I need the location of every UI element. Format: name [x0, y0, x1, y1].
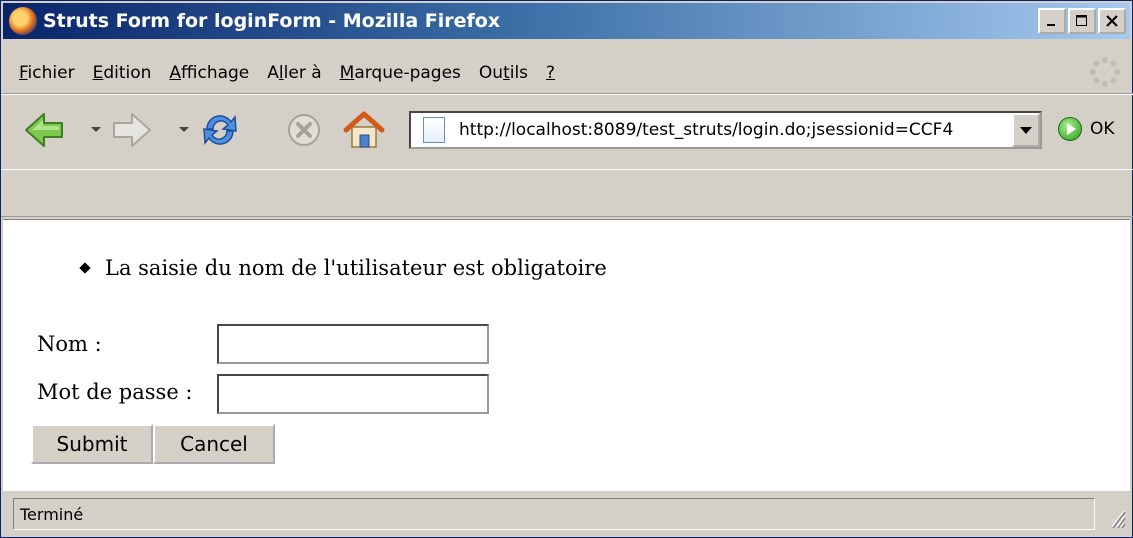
close-button[interactable]	[1098, 8, 1126, 34]
reload-button[interactable]	[197, 107, 243, 153]
menu-marque-pages[interactable]: Marque-pages	[340, 63, 461, 83]
maximize-icon	[1076, 15, 1087, 26]
menu-edition-key: E	[92, 63, 104, 83]
browser-window: Struts Form for loginForm - Mozilla Fire…	[0, 0, 1133, 538]
back-arrow-icon	[25, 113, 63, 147]
menu-outils-post: ils	[509, 63, 529, 83]
title-bar: Struts Form for loginForm - Mozilla Fire…	[3, 3, 1130, 39]
minimize-icon	[1047, 24, 1055, 26]
menu-affichage-key: A	[169, 63, 182, 83]
window-controls	[1038, 8, 1126, 34]
bookmarks-toolbar	[1, 169, 1133, 217]
go-button[interactable]: OK	[1058, 117, 1115, 141]
minimize-button[interactable]	[1038, 8, 1066, 34]
password-input[interactable]	[217, 374, 489, 414]
menu-aller-pre: A	[267, 63, 279, 83]
address-bar[interactable]: http://localhost:8089/test_struts/login.…	[409, 111, 1042, 149]
cancel-button[interactable]: Cancel	[153, 424, 275, 464]
stop-icon	[288, 114, 320, 146]
page-content: La saisie du nom de l'utilisateur est ob…	[3, 219, 1130, 491]
menu-affichage-post: ffichage	[181, 63, 250, 83]
menu-affichage[interactable]: Affichage	[169, 63, 249, 83]
reload-icon	[203, 115, 237, 145]
name-label: Nom :	[37, 332, 102, 356]
menu-fichier-post: ichier	[27, 63, 75, 83]
menu-outils[interactable]: Outils	[479, 63, 528, 83]
menu-marque-pages-key: M	[339, 63, 355, 83]
home-button[interactable]	[341, 107, 387, 153]
maximize-button[interactable]	[1068, 8, 1096, 34]
menu-edition-post: dition	[103, 63, 152, 83]
menu-outils-pre: Ou	[478, 63, 504, 83]
menu-help-key: ?	[546, 63, 556, 83]
page-icon	[423, 117, 445, 143]
throbber-icon	[1090, 57, 1120, 87]
url-history-dropdown[interactable]	[1012, 113, 1040, 147]
go-label: OK	[1090, 119, 1115, 139]
resize-grip-icon[interactable]	[1100, 501, 1126, 529]
menu-marque-pages-post: arque-pages	[354, 63, 461, 83]
home-icon	[343, 111, 385, 148]
go-icon	[1058, 117, 1082, 141]
menu-edition[interactable]: Edition	[93, 63, 152, 83]
forward-button[interactable]	[109, 107, 155, 153]
menu-outils-key: t	[503, 63, 510, 83]
menu-bar: Fichier Edition Affichage Aller à Marque…	[3, 57, 559, 89]
status-bar: Terminé	[3, 495, 1130, 535]
name-input[interactable]	[217, 324, 489, 364]
firefox-icon	[9, 7, 37, 35]
menu-help[interactable]: ?	[546, 63, 555, 83]
window-title: Struts Form for loginForm - Mozilla Fire…	[43, 10, 501, 32]
menu-aller[interactable]: Aller à	[267, 63, 321, 83]
stop-button[interactable]	[281, 107, 327, 153]
menu-aller-post: ler à	[283, 63, 322, 83]
menu-fichier-key: F	[19, 63, 28, 83]
dropdown-arrow-icon	[1020, 126, 1032, 134]
back-dropdown-icon[interactable]	[91, 127, 101, 132]
submit-button[interactable]: Submit	[31, 424, 153, 464]
forward-arrow-icon	[113, 113, 151, 147]
error-list: La saisie du nom de l'utilisateur est ob…	[79, 256, 607, 280]
navigation-toolbar: http://localhost:8089/test_struts/login.…	[1, 97, 1133, 167]
status-text: Terminé	[13, 498, 1095, 530]
forward-dropdown-icon[interactable]	[179, 127, 189, 132]
error-message: La saisie du nom de l'utilisateur est ob…	[105, 256, 607, 280]
url-input[interactable]: http://localhost:8089/test_struts/login.…	[459, 120, 999, 140]
password-label: Mot de passe :	[37, 380, 193, 404]
back-button[interactable]	[21, 107, 67, 153]
bullet-icon	[79, 262, 91, 274]
menu-fichier[interactable]: Fichier	[19, 63, 75, 83]
close-icon	[1106, 15, 1118, 27]
toolbar-separator	[1, 93, 1133, 95]
